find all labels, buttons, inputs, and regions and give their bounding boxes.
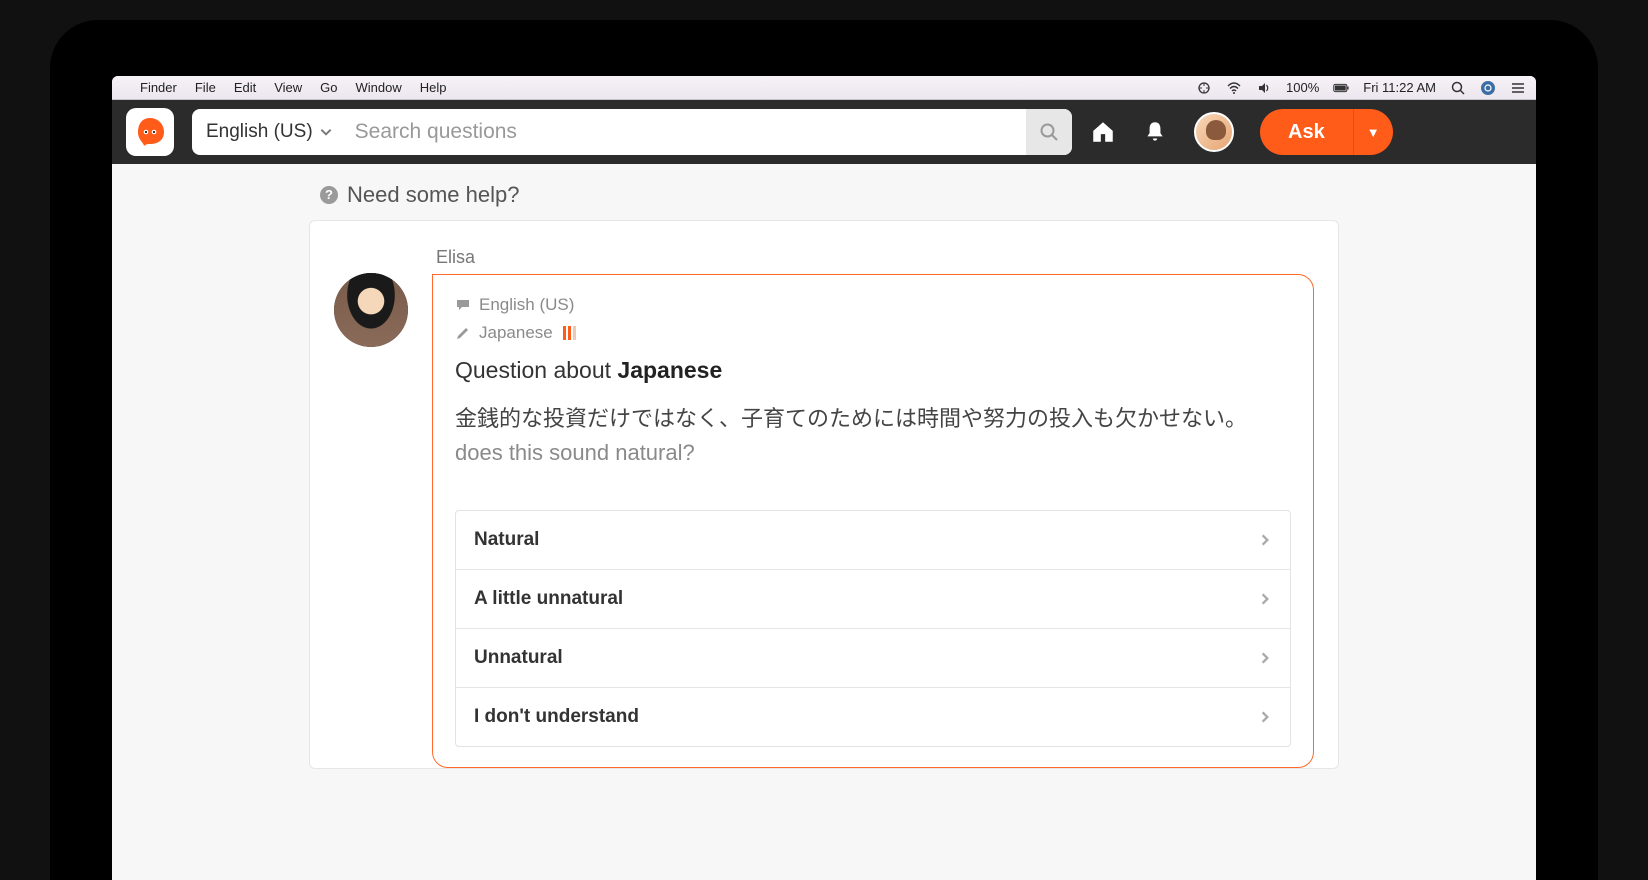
volume-icon[interactable] xyxy=(1256,80,1272,96)
screen: Finder File Edit View Go Window Help 100… xyxy=(112,76,1536,880)
language-selector-label: English (US) xyxy=(206,121,313,143)
chevron-right-icon xyxy=(1258,533,1272,547)
learning-language-line: Japanese xyxy=(455,323,1291,343)
proficiency-level-icon xyxy=(563,326,576,340)
question-body: 金銭的な投資だけではなく、子育てのためには時間や努力の投入も欠かせない。 doe… xyxy=(455,402,1291,470)
menubar-item-help[interactable]: Help xyxy=(420,80,447,95)
spotlight-icon[interactable] xyxy=(1450,80,1466,96)
page-content: ? Need some help? Elisa English (US) Jap… xyxy=(112,164,1536,880)
menubar-item-edit[interactable]: Edit xyxy=(234,80,256,95)
option-natural[interactable]: Natural xyxy=(456,511,1290,569)
question-body-main: 金銭的な投資だけではなく、子育てのためには時間や努力の投入も欠かせない。 xyxy=(455,406,1247,431)
battery-percentage: 100% xyxy=(1286,80,1319,95)
question-title-language: Japanese xyxy=(617,357,722,383)
author-avatar[interactable] xyxy=(334,273,408,347)
answer-options: Natural A little unnatural Unnatural xyxy=(455,510,1291,747)
search-bar: English (US) xyxy=(192,109,1072,155)
mac-menubar: Finder File Edit View Go Window Help 100… xyxy=(112,76,1536,100)
search-icon xyxy=(1039,122,1059,142)
speech-bubble-icon xyxy=(455,297,471,313)
header-actions: Ask ▼ xyxy=(1090,109,1393,155)
option-label: A little unnatural xyxy=(474,588,623,610)
question-card: Elisa English (US) Japanese Question abo… xyxy=(309,220,1339,769)
menubar-item-finder[interactable]: Finder xyxy=(140,80,177,95)
device-frame: Finder File Edit View Go Window Help 100… xyxy=(50,20,1598,880)
wifi-icon[interactable] xyxy=(1226,80,1242,96)
menubar-item-view[interactable]: View xyxy=(274,80,302,95)
chevron-right-icon xyxy=(1258,592,1272,606)
menubar-status-area: 100% Fri 11:22 AM xyxy=(1196,80,1526,96)
svg-text:?: ? xyxy=(325,187,333,202)
native-language-line: English (US) xyxy=(455,295,1291,315)
ask-button[interactable]: Ask xyxy=(1260,109,1353,155)
author-name[interactable]: Elisa xyxy=(436,247,1314,268)
question-title: Question about Japanese xyxy=(455,357,1291,384)
sync-icon[interactable] xyxy=(1196,80,1212,96)
question-body-suffix: does this sound natural? xyxy=(455,440,695,465)
option-little-unnatural[interactable]: A little unnatural xyxy=(456,569,1290,628)
question-bubble: English (US) Japanese Question about Jap… xyxy=(432,274,1314,768)
language-selector[interactable]: English (US) xyxy=(192,109,347,155)
app-header: English (US) Ask ▼ xyxy=(112,100,1536,164)
menubar-item-go[interactable]: Go xyxy=(320,80,337,95)
menubar-item-window[interactable]: Window xyxy=(356,80,402,95)
notification-center-icon[interactable] xyxy=(1510,80,1526,96)
notifications-icon[interactable] xyxy=(1142,119,1168,145)
help-prompt-text: Need some help? xyxy=(347,182,519,208)
home-icon[interactable] xyxy=(1090,119,1116,145)
option-dont-understand[interactable]: I don't understand xyxy=(456,687,1290,746)
search-button[interactable] xyxy=(1026,109,1072,155)
ask-button-group: Ask ▼ xyxy=(1260,109,1393,155)
pencil-icon xyxy=(455,325,471,341)
chevron-down-icon xyxy=(319,125,333,139)
battery-icon[interactable] xyxy=(1333,80,1349,96)
option-label: Unnatural xyxy=(474,647,563,669)
app-logo[interactable] xyxy=(126,108,174,156)
chevron-right-icon xyxy=(1258,710,1272,724)
option-unnatural[interactable]: Unnatural xyxy=(456,628,1290,687)
search-input[interactable] xyxy=(347,120,1026,144)
option-label: Natural xyxy=(474,529,539,551)
user-avatar[interactable] xyxy=(1194,112,1234,152)
menubar-clock[interactable]: Fri 11:22 AM xyxy=(1363,80,1436,95)
help-icon: ? xyxy=(319,185,339,205)
menubar-item-file[interactable]: File xyxy=(195,80,216,95)
option-label: I don't understand xyxy=(474,706,639,728)
ask-dropdown-button[interactable]: ▼ xyxy=(1353,109,1393,155)
help-prompt[interactable]: ? Need some help? xyxy=(309,164,1339,220)
native-language-label: English (US) xyxy=(479,295,574,315)
question-title-prefix: Question about xyxy=(455,357,617,383)
siri-icon[interactable] xyxy=(1480,80,1496,96)
learning-language-label: Japanese xyxy=(479,323,553,343)
chevron-right-icon xyxy=(1258,651,1272,665)
